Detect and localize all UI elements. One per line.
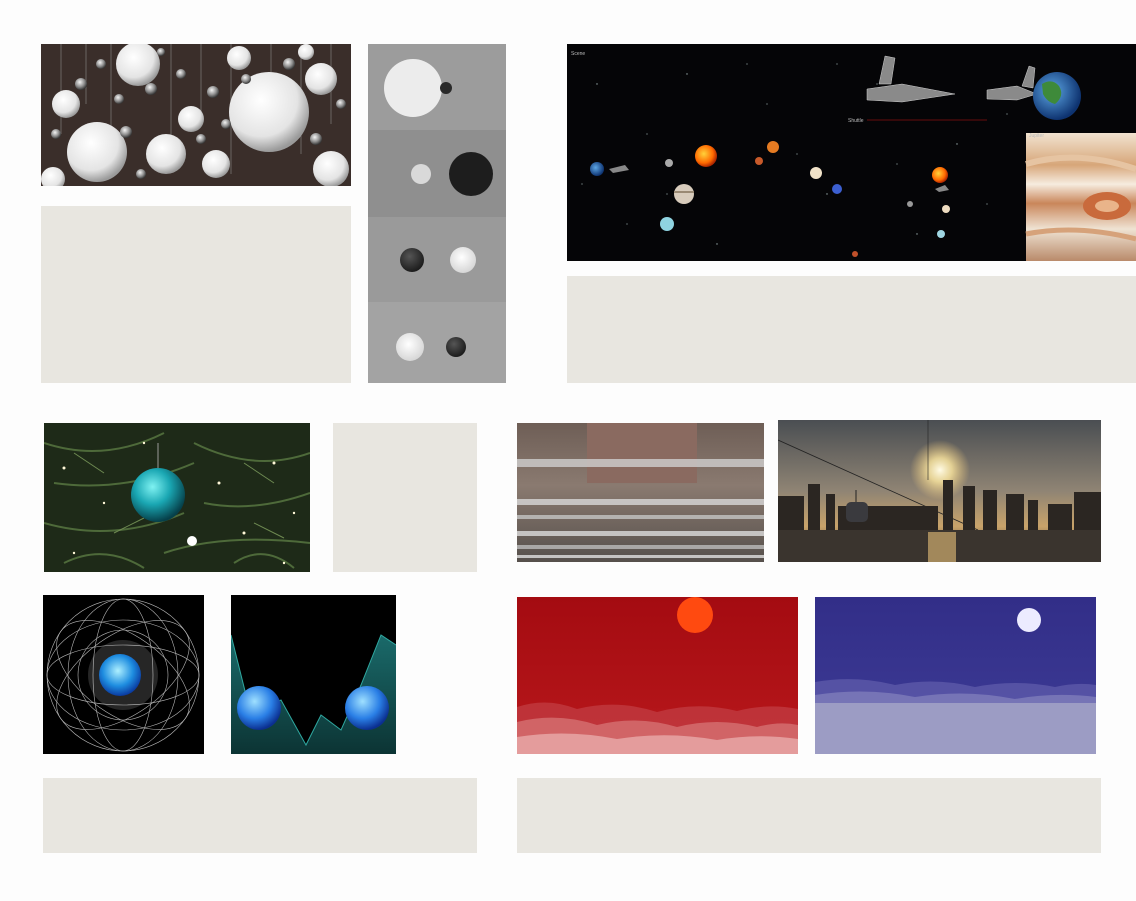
- red-sun-landscape-graphic[interactable]: [517, 597, 798, 754]
- placeholder-1: [41, 206, 351, 383]
- christmas-ornament-photo[interactable]: [44, 423, 310, 572]
- solar-system-scene[interactable]: Scene Shuttle Jupiter: [567, 44, 1136, 261]
- wireframe-sphere-graphic[interactable]: [43, 595, 204, 754]
- blurred-building-photo[interactable]: [517, 423, 764, 562]
- hanging-spheres-photo[interactable]: [41, 44, 351, 186]
- placeholder-3: [333, 423, 477, 572]
- circle-panels-graphic[interactable]: [368, 44, 506, 383]
- cable-car-sunset-photo[interactable]: [778, 420, 1101, 562]
- blue-moon-landscape-graphic[interactable]: [815, 597, 1096, 754]
- jupiter-label: Jupiter: [1029, 133, 1045, 139]
- shuttle-label: Shuttle: [848, 118, 864, 124]
- scene-label: Scene: [571, 51, 586, 57]
- placeholder-4: [43, 778, 477, 853]
- placeholder-5: [517, 778, 1101, 853]
- terrain-spheres-graphic[interactable]: [231, 595, 396, 754]
- placeholder-2: [567, 276, 1136, 383]
